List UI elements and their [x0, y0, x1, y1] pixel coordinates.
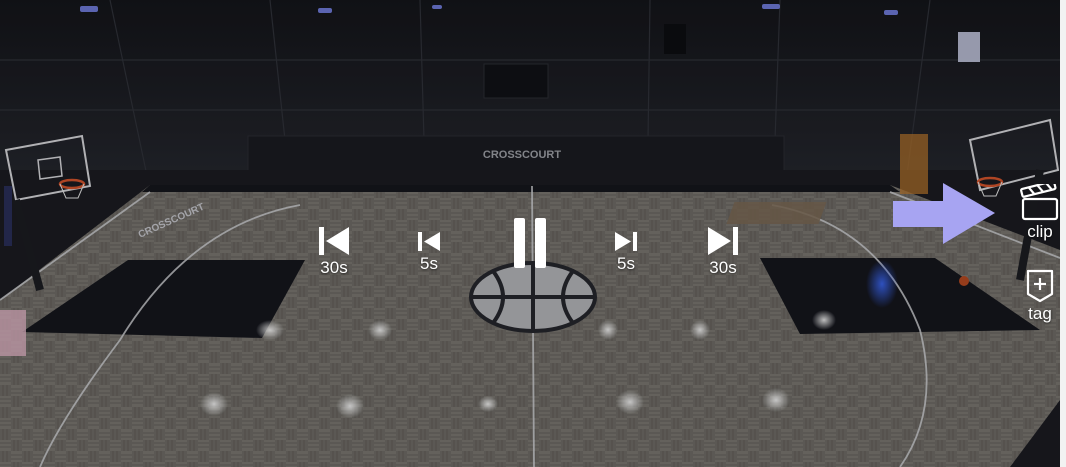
play-pause-button[interactable]	[503, 216, 557, 270]
pause-icon	[514, 218, 546, 268]
skip-forward-icon	[708, 227, 738, 255]
wall-brand-text: CROSSCOURT	[483, 149, 562, 161]
skip-forward-30-label: 30s	[709, 258, 737, 277]
skip-back-icon	[319, 227, 349, 255]
tag-button[interactable]: tag	[1018, 268, 1062, 323]
tag-plus-icon	[1026, 269, 1054, 303]
window-edge	[1060, 0, 1066, 467]
tag-label: tag	[1028, 304, 1052, 323]
center-court-logo	[469, 261, 597, 333]
skip-back-icon	[418, 232, 440, 251]
arrow-right-icon	[893, 183, 995, 244]
skip-back-5-label: 5s	[420, 254, 438, 273]
skip-back-5-button[interactable]: 5s	[409, 231, 449, 273]
clip-button[interactable]: clip	[1016, 184, 1064, 241]
clapperboard-icon	[1020, 184, 1059, 221]
skip-forward-icon	[615, 232, 637, 251]
video-player[interactable]: CROSSCOURT CROSSCOURT 30s 5s 5s 30s clip…	[0, 0, 1066, 467]
skip-forward-5-label: 5s	[617, 254, 635, 273]
clip-label: clip	[1027, 222, 1053, 241]
skip-forward-5-button[interactable]: 5s	[606, 231, 646, 273]
skip-forward-30-button[interactable]: 30s	[700, 226, 746, 277]
skip-back-30-label: 30s	[320, 258, 348, 277]
skip-back-30-button[interactable]: 30s	[311, 226, 357, 277]
